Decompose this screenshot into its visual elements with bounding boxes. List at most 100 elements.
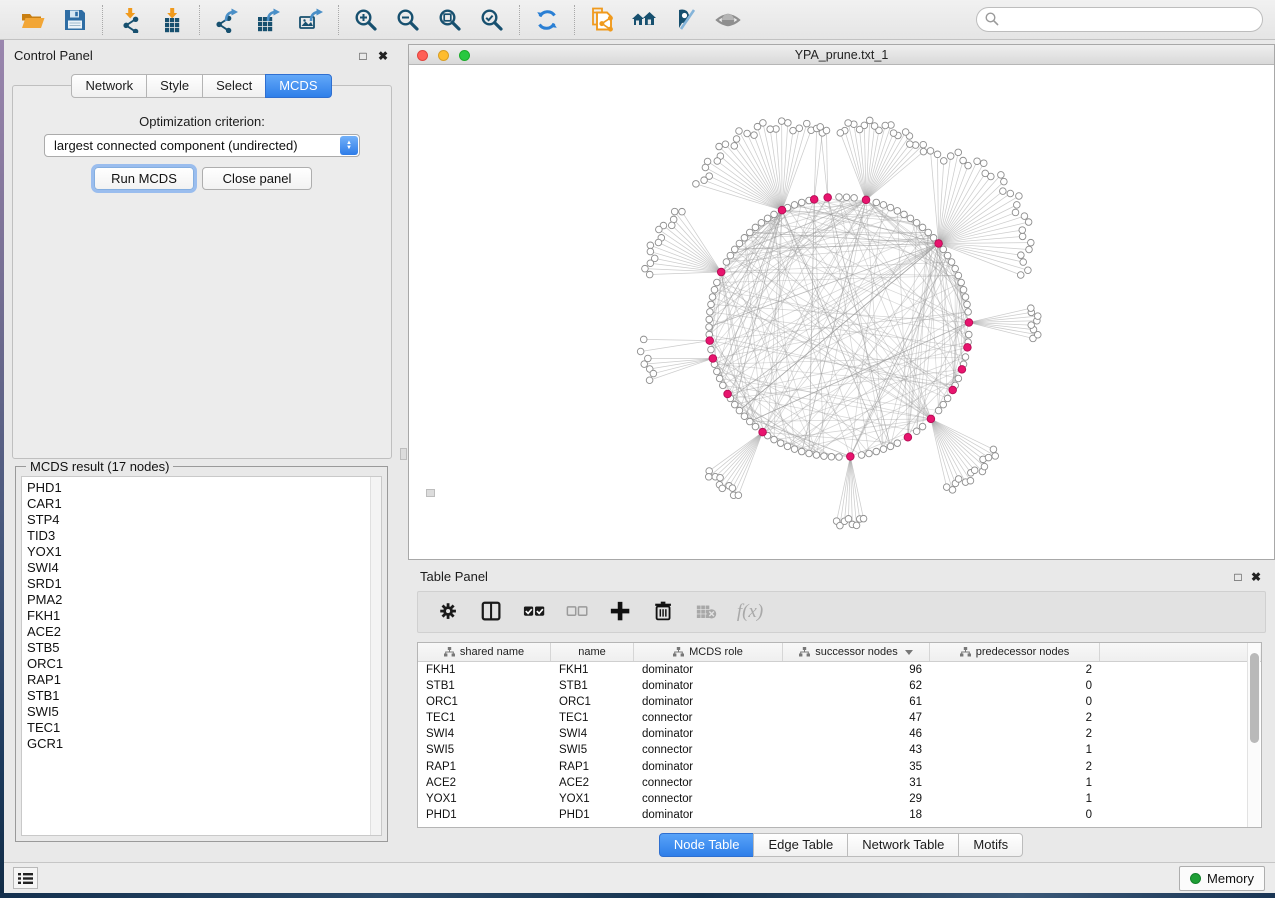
save-icon[interactable] <box>60 5 90 35</box>
network-window-titlebar[interactable]: YPA_prune.txt_1 <box>409 45 1274 65</box>
network-node[interactable] <box>720 382 727 389</box>
network-leaf-node[interactable] <box>722 141 729 148</box>
mcds-dominator-node[interactable] <box>810 196 818 204</box>
network-leaf-node[interactable] <box>650 370 657 377</box>
network-leaf-node[interactable] <box>853 522 860 529</box>
network-node[interactable] <box>731 246 738 253</box>
network-node[interactable] <box>746 418 753 425</box>
table-row[interactable]: TEC1TEC1connector472 <box>418 710 1261 726</box>
mcds-result-item[interactable]: STB5 <box>27 640 381 656</box>
network-leaf-node[interactable] <box>641 361 648 368</box>
network-leaf-node[interactable] <box>1017 272 1024 279</box>
network-node[interactable] <box>806 450 813 457</box>
result-scrollbar[interactable] <box>370 477 381 835</box>
network-edge[interactable] <box>866 144 910 200</box>
network-edge[interactable] <box>641 341 710 352</box>
tab-network-table[interactable]: Network Table <box>847 833 959 857</box>
network-edge[interactable] <box>720 156 782 210</box>
mcds-dominator-node[interactable] <box>709 355 717 363</box>
network-node[interactable] <box>771 436 778 443</box>
network-leaf-node[interactable] <box>655 239 662 246</box>
network-leaf-node[interactable] <box>1007 190 1014 197</box>
network-edge[interactable] <box>866 125 891 200</box>
network-leaf-node[interactable] <box>1026 246 1033 253</box>
network-node[interactable] <box>919 224 926 231</box>
tab-select[interactable]: Select <box>202 74 266 98</box>
mcds-result-item[interactable]: SWI5 <box>27 704 381 720</box>
mcds-result-item[interactable]: FKH1 <box>27 608 381 624</box>
network-node[interactable] <box>887 204 894 211</box>
network-node[interactable] <box>965 331 972 338</box>
deselect-all-icon[interactable] <box>565 599 591 625</box>
table-row[interactable]: YOX1YOX1connector291 <box>418 791 1261 807</box>
tab-network[interactable]: Network <box>71 74 147 98</box>
network-node[interactable] <box>952 265 959 272</box>
column-header-predecessor-nodes[interactable]: predecessor nodes <box>930 643 1100 661</box>
network-leaf-node[interactable] <box>1001 178 1008 185</box>
network-node[interactable] <box>880 446 887 453</box>
network-leaf-node[interactable] <box>1028 305 1035 312</box>
network-edge[interactable] <box>848 123 866 200</box>
table-scrollbar-thumb[interactable] <box>1250 653 1259 743</box>
network-leaf-node[interactable] <box>1025 219 1032 226</box>
mcds-dominator-node[interactable] <box>862 196 870 204</box>
network-leaf-node[interactable] <box>866 117 873 124</box>
delete-column-icon[interactable] <box>651 599 677 625</box>
mcds-dominator-node[interactable] <box>964 344 972 352</box>
network-leaf-node[interactable] <box>920 148 927 155</box>
network-node[interactable] <box>758 219 765 226</box>
network-node[interactable] <box>964 301 971 308</box>
column-header-shared-name[interactable]: shared name <box>418 643 551 661</box>
network-node[interactable] <box>798 448 805 455</box>
tab-motifs[interactable]: Motifs <box>958 833 1023 857</box>
network-node[interactable] <box>716 375 723 382</box>
network-edge[interactable] <box>939 182 1004 244</box>
network-leaf-node[interactable] <box>856 126 863 133</box>
network-leaf-node[interactable] <box>656 226 663 233</box>
network-leaf-node[interactable] <box>890 130 897 137</box>
network-leaf-node[interactable] <box>1019 227 1026 234</box>
network-leaf-node[interactable] <box>1016 193 1023 200</box>
network-leaf-node[interactable] <box>702 164 709 171</box>
mcds-dominator-node[interactable] <box>824 194 832 202</box>
network-edge[interactable] <box>939 243 1031 244</box>
network-leaf-node[interactable] <box>882 122 889 129</box>
network-node[interactable] <box>771 211 778 218</box>
network-leaf-node[interactable] <box>693 181 700 188</box>
network-node[interactable] <box>901 211 908 218</box>
network-node[interactable] <box>791 202 798 209</box>
network-edge[interactable] <box>710 312 968 341</box>
run-mcds-button[interactable]: Run MCDS <box>94 167 194 190</box>
network-leaf-node[interactable] <box>796 125 803 132</box>
mcds-dominator-node[interactable] <box>904 433 912 441</box>
network-leaf-node[interactable] <box>949 487 956 494</box>
criterion-dropdown[interactable]: largest connected component (undirected)… <box>44 134 360 157</box>
network-edge[interactable] <box>969 308 1031 322</box>
network-leaf-node[interactable] <box>751 132 758 139</box>
network-leaf-node[interactable] <box>971 467 978 474</box>
network-node[interactable] <box>965 309 972 316</box>
network-node[interactable] <box>866 450 873 457</box>
network-node[interactable] <box>714 368 721 375</box>
import-table-icon[interactable] <box>157 5 187 35</box>
network-leaf-node[interactable] <box>717 474 724 481</box>
network-leaf-node[interactable] <box>647 260 654 267</box>
network-view[interactable] <box>409 65 1274 559</box>
mcds-dominator-node[interactable] <box>706 337 714 345</box>
network-node[interactable] <box>752 423 759 430</box>
network-leaf-node[interactable] <box>640 336 647 343</box>
network-edge[interactable] <box>734 432 763 495</box>
mcds-result-item[interactable]: SRD1 <box>27 576 381 592</box>
mcds-result-item[interactable]: PHD1 <box>27 480 381 496</box>
network-leaf-node[interactable] <box>860 515 867 522</box>
mcds-dominator-node[interactable] <box>949 386 957 394</box>
splitter-handle[interactable] <box>400 448 407 460</box>
network-leaf-node[interactable] <box>1025 267 1032 274</box>
mcds-dominator-node[interactable] <box>724 390 732 398</box>
network-node[interactable] <box>873 448 880 455</box>
network-leaf-node[interactable] <box>671 208 678 215</box>
network-node[interactable] <box>894 208 901 215</box>
network-node[interactable] <box>940 246 947 253</box>
memory-button[interactable]: Memory <box>1179 866 1265 891</box>
network-node[interactable] <box>706 324 713 331</box>
